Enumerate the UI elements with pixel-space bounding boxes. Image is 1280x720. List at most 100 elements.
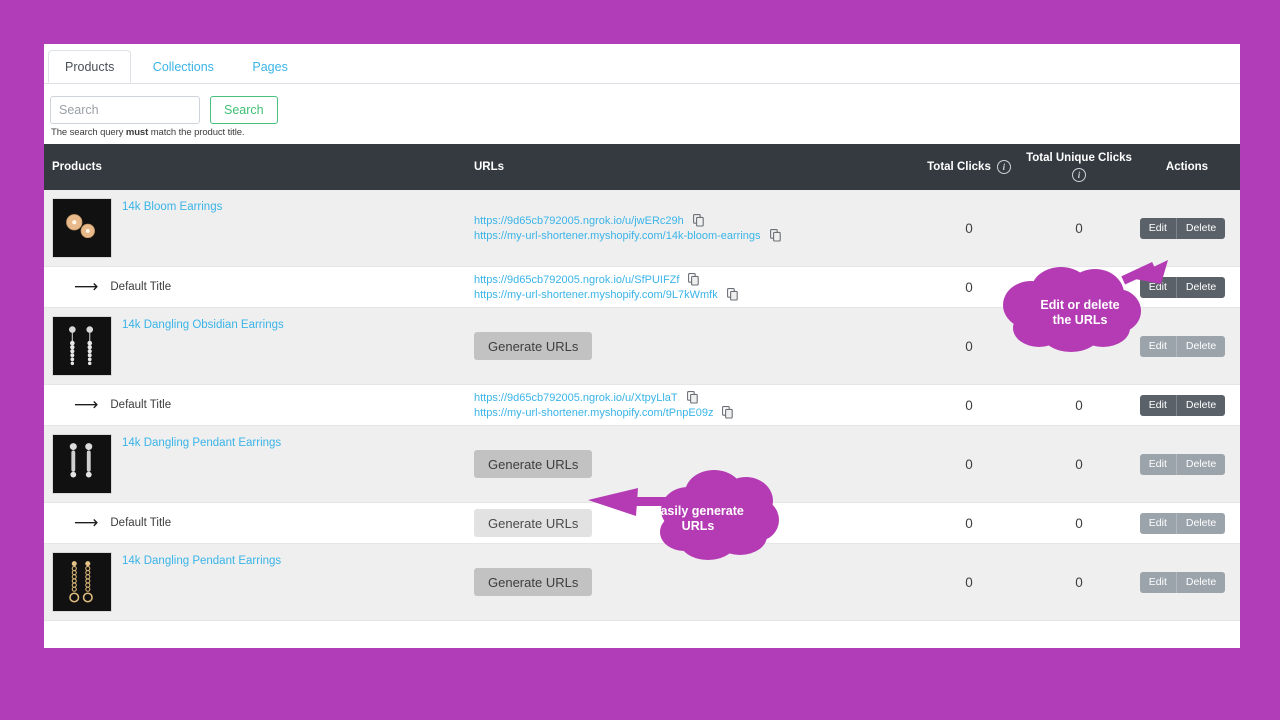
info-icon[interactable]: i — [1072, 168, 1086, 182]
header-urls-label: URLs — [474, 161, 504, 173]
generate-urls-button[interactable]: Generate URLs — [474, 509, 592, 537]
delete-button[interactable]: Delete — [1176, 218, 1225, 239]
cell-total-clicks: 0 — [914, 308, 1024, 385]
search-input[interactable] — [50, 96, 200, 124]
generate-urls-button[interactable]: Generate URLs — [474, 568, 592, 596]
variant-title: Default Title — [110, 517, 171, 529]
copy-icon[interactable] — [770, 229, 781, 242]
screen: Products Collections Pages Search The se… — [0, 0, 1280, 720]
info-icon[interactable]: i — [997, 160, 1011, 174]
url-link[interactable]: https://my-url-shortener.myshopify.com/t… — [474, 407, 713, 419]
cell-total-unique-clicks: 0 — [1024, 426, 1134, 503]
table-row: 14k Dangling Pendant Earrings Generate UR… — [44, 544, 1240, 621]
search-button[interactable]: Search — [210, 96, 278, 124]
variant-title: Default Title — [110, 399, 171, 411]
url-link[interactable]: https://my-url-shortener.myshopify.com/9… — [474, 289, 718, 301]
search-row: Search — [50, 96, 1240, 124]
tab-collections[interactable]: Collections — [136, 50, 231, 83]
cell-product: 14k Dangling Pendant Earrings — [44, 544, 474, 621]
products-table: Products URLs Total Clicks i Total Uniqu… — [44, 144, 1240, 621]
header-actions-label: Actions — [1166, 161, 1208, 173]
cell-total-unique-clicks: 0 — [1024, 385, 1134, 426]
cell-product: 14k Dangling Obsidian Earrings — [44, 308, 474, 385]
generate-urls-button[interactable]: Generate URLs — [474, 450, 592, 478]
search-hint: The search query must match the product … — [50, 127, 1240, 138]
cell-actions: EditDelete — [1134, 308, 1240, 385]
cell-product: 14k Bloom Earrings — [44, 190, 474, 267]
url-link[interactable]: https://9d65cb792005.ngrok.io/u/SfPUIFZf — [474, 274, 679, 286]
delete-button[interactable]: Delete — [1176, 572, 1225, 593]
header-total-unique-clicks: Total Unique Clicks i — [1024, 144, 1134, 190]
cell-urls: Generate URLs — [474, 426, 914, 503]
url-list: https://9d65cb792005.ngrok.io/u/SfPUIFZf… — [474, 273, 914, 301]
copy-icon[interactable] — [693, 214, 704, 227]
delete-button[interactable]: Delete — [1176, 277, 1225, 298]
edit-button[interactable]: Edit — [1140, 572, 1176, 593]
delete-button[interactable]: Delete — [1176, 513, 1225, 534]
table-row: ⟶Default Titlehttps://9d65cb792005.ngrok… — [44, 267, 1240, 308]
url-list: https://9d65cb792005.ngrok.io/u/XtpyLlaT… — [474, 391, 914, 419]
edit-button[interactable]: Edit — [1140, 218, 1176, 239]
product-title-link[interactable]: 14k Dangling Pendant Earrings — [122, 555, 281, 567]
arrow-right-icon: ⟶ — [74, 397, 98, 414]
product-thumbnail — [52, 316, 112, 376]
cell-total-unique-clicks: 0 — [1024, 267, 1134, 308]
cell-total-clicks: 0 — [914, 544, 1024, 621]
cell-total-unique-clicks: 0 — [1024, 308, 1134, 385]
delete-button[interactable]: Delete — [1176, 454, 1225, 475]
header-total-clicks: Total Clicks i — [914, 144, 1024, 190]
action-button-group: EditDelete — [1140, 336, 1225, 357]
cell-actions: EditDelete — [1134, 426, 1240, 503]
header-urls: URLs — [474, 144, 914, 190]
table-row: ⟶Default TitleGenerate URLs00EditDelete — [44, 503, 1240, 544]
product-title-link[interactable]: 14k Dangling Pendant Earrings — [122, 437, 281, 449]
header-products: Products — [44, 144, 474, 190]
cell-urls: https://9d65cb792005.ngrok.io/u/jwERc29h… — [474, 190, 914, 267]
cell-product: 14k Dangling Pendant Earrings — [44, 426, 474, 503]
arrow-right-icon: ⟶ — [74, 279, 98, 296]
edit-button[interactable]: Edit — [1140, 454, 1176, 475]
url-row: https://my-url-shortener.myshopify.com/t… — [474, 406, 914, 419]
delete-button[interactable]: Delete — [1176, 336, 1225, 357]
edit-button[interactable]: Edit — [1140, 395, 1176, 416]
product-title-link[interactable]: 14k Dangling Obsidian Earrings — [122, 319, 284, 331]
tab-products[interactable]: Products — [48, 50, 131, 83]
header-products-label: Products — [52, 161, 102, 173]
cell-product: ⟶Default Title — [44, 267, 474, 308]
cell-urls: Generate URLs — [474, 544, 914, 621]
generate-urls-button[interactable]: Generate URLs — [474, 332, 592, 360]
tab-pages[interactable]: Pages — [235, 50, 304, 83]
url-row: https://9d65cb792005.ngrok.io/u/SfPUIFZf — [474, 273, 914, 286]
url-link[interactable]: https://my-url-shortener.myshopify.com/1… — [474, 230, 761, 242]
search-hint-prefix: The search query — [51, 127, 126, 138]
copy-icon[interactable] — [688, 273, 699, 286]
edit-button[interactable]: Edit — [1140, 277, 1176, 298]
arrow-right-icon: ⟶ — [74, 515, 98, 532]
cell-total-unique-clicks: 0 — [1024, 544, 1134, 621]
product-thumbnail — [52, 552, 112, 612]
copy-icon[interactable] — [687, 391, 698, 404]
delete-button[interactable]: Delete — [1176, 395, 1225, 416]
edit-button[interactable]: Edit — [1140, 513, 1176, 534]
header-total-unique-clicks-label: Total Unique Clicks — [1026, 152, 1132, 165]
copy-icon[interactable] — [722, 406, 733, 419]
cell-actions: EditDelete — [1134, 385, 1240, 426]
url-link[interactable]: https://9d65cb792005.ngrok.io/u/jwERc29h — [474, 215, 684, 227]
url-row: https://my-url-shortener.myshopify.com/9… — [474, 288, 914, 301]
product-title-link[interactable]: 14k Bloom Earrings — [122, 201, 222, 213]
cell-actions: EditDelete — [1134, 544, 1240, 621]
action-button-group: EditDelete — [1140, 395, 1225, 416]
cell-urls: https://9d65cb792005.ngrok.io/u/SfPUIFZf… — [474, 267, 914, 308]
header-total-clicks-label: Total Clicks — [927, 161, 991, 173]
cell-total-clicks: 0 — [914, 426, 1024, 503]
action-button-group: EditDelete — [1140, 513, 1225, 534]
url-row: https://9d65cb792005.ngrok.io/u/jwERc29h — [474, 214, 914, 227]
action-button-group: EditDelete — [1140, 454, 1225, 475]
cell-product: ⟶ Default Title — [44, 385, 474, 426]
cell-total-unique-clicks: 0 — [1024, 190, 1134, 267]
edit-button[interactable]: Edit — [1140, 336, 1176, 357]
table-row: 14k Dangling Pendant Earrings Generate UR… — [44, 426, 1240, 503]
copy-icon[interactable] — [727, 288, 738, 301]
cell-total-clicks: 0 — [914, 267, 1024, 308]
url-link[interactable]: https://9d65cb792005.ngrok.io/u/XtpyLlaT — [474, 392, 678, 404]
